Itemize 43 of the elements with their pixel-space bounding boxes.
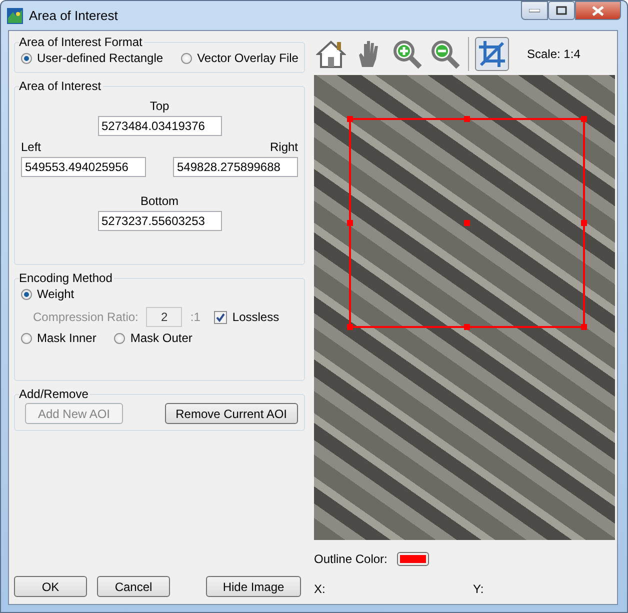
weight-radio[interactable]: Weight (21, 287, 298, 301)
check-icon (216, 312, 226, 322)
left-field[interactable]: 549553.494025956 (21, 157, 146, 177)
minimize-icon (529, 8, 540, 12)
y-coordinate-label: Y: (473, 582, 484, 596)
window-title: Area of Interest (29, 8, 118, 23)
color-swatch[interactable] (397, 552, 430, 566)
maximize-icon (556, 6, 567, 15)
ratio-suffix: :1 (190, 310, 200, 324)
field-label: Left (21, 140, 42, 154)
group-title: Add/Remove (19, 387, 90, 401)
x-coordinate-label: X: (314, 582, 326, 596)
field-label: Bottom (140, 194, 178, 208)
scale-label: Scale: 1:4 (527, 47, 580, 61)
group-title: Area of Interest Format (19, 35, 144, 49)
zoom-in-icon (392, 39, 422, 69)
cancel-button[interactable]: Cancel (97, 576, 170, 597)
bottom-field[interactable]: 5273237.55603253 (98, 211, 222, 231)
minimize-button[interactable] (521, 1, 548, 20)
zoom-out-icon (430, 39, 460, 69)
format-radio[interactable]: User-defined Rectangle (21, 51, 164, 65)
field-label: Top (150, 99, 170, 113)
home-icon (316, 40, 346, 68)
tool-button[interactable] (475, 37, 509, 71)
lossless-checkbox[interactable]: Lossless (214, 310, 280, 324)
close-icon (592, 6, 604, 16)
hide-image-button[interactable]: Hide Image (206, 576, 301, 597)
maximize-button[interactable] (548, 1, 575, 20)
close-button[interactable] (575, 1, 621, 20)
app-icon (7, 8, 23, 24)
mask-radio[interactable]: Mask Inner (21, 331, 96, 345)
field-label: Compression Ratio: (33, 310, 138, 324)
group-title: Area of Interest (19, 79, 102, 93)
crop-icon (478, 40, 506, 68)
group-title: Encoding Method (19, 271, 114, 285)
field-label: Right (270, 140, 298, 154)
ok-button[interactable]: OK (14, 576, 87, 597)
field-label: Outline Color: (314, 552, 388, 566)
aoi-button[interactable]: Remove Current AOI (164, 403, 298, 424)
mask-radio[interactable]: Mask Outer (114, 331, 192, 345)
right-field[interactable]: 549828.275899688 (173, 157, 298, 177)
format-radio[interactable]: Vector Overlay File (181, 51, 298, 65)
top-field[interactable]: 5273484.03419376 (98, 116, 222, 136)
